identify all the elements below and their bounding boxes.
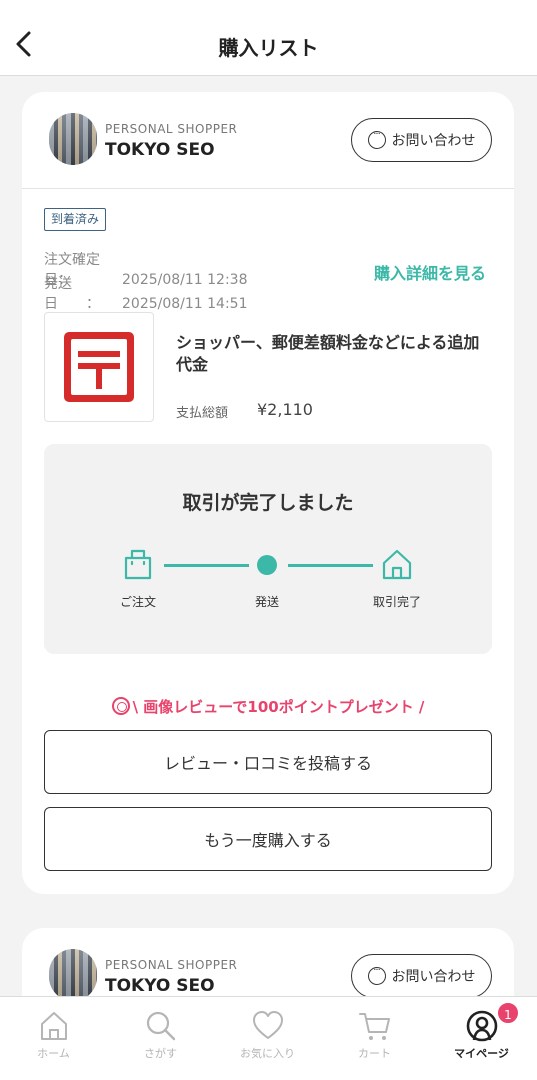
shop-type: PERSONAL SHOPPER <box>105 122 238 136</box>
ship-date-row: 発送日 ： 2025/08/11 14:51 <box>44 273 248 313</box>
shopping-bag-icon <box>124 549 152 580</box>
notification-badge: 1 <box>496 1001 520 1025</box>
order-card: PERSONAL SHOPPER TOKYO SEO お問い合わせ 到着済み 注… <box>22 92 514 894</box>
review-promo-text: \ 画像レビューで100ポイントプレゼント / <box>132 698 425 716</box>
page-title: 購入リスト <box>218 36 319 60</box>
step-label-order: ご注文 <box>119 595 156 609</box>
bottom-tab-bar: ホーム さがす お気に入り カート マイページ <box>0 996 537 1080</box>
tab-mypage-label: マイページ <box>454 1047 509 1060</box>
shop-name[interactable]: TOKYO SEO <box>105 976 215 996</box>
contact-button-label: お問い合わせ <box>391 969 476 985</box>
product-name[interactable]: ショッパー、郵便差額料金などによる追加代金 <box>176 332 486 376</box>
tab-favorites-label: お気に入り <box>240 1047 295 1060</box>
tab-cart-label: カート <box>358 1047 391 1060</box>
postal-mark-icon <box>64 332 134 402</box>
tab-home-label: ホーム <box>37 1047 70 1060</box>
progress-line <box>164 564 249 567</box>
tab-favorites[interactable]: お気に入り <box>214 997 321 1080</box>
tab-cart[interactable]: カート <box>321 997 428 1080</box>
order-progress: 取引が完了しました ご注文 発送 取引完了 <box>44 444 492 654</box>
tab-search-label: さがす <box>144 1047 177 1060</box>
chat-bubble-icon <box>367 965 386 985</box>
shop-avatar[interactable] <box>49 949 97 1001</box>
price-value: ¥2,110 <box>257 400 313 419</box>
points-coin-icon <box>111 697 130 715</box>
progress-line <box>288 564 373 567</box>
contact-button-label: お問い合わせ <box>391 133 476 149</box>
buy-again-button[interactable]: もう一度購入する <box>44 807 492 871</box>
review-promo: \ 画像レビューで100ポイントプレゼント / <box>22 696 514 717</box>
purchase-detail-link[interactable]: 購入詳細を見る <box>374 260 486 284</box>
search-icon <box>146 1011 176 1041</box>
app-header: 購入リスト <box>0 0 537 76</box>
status-badge: 到着済み <box>44 208 107 231</box>
ship-date-label: 発送日 ： <box>44 276 100 312</box>
shop-avatar[interactable] <box>49 113 97 165</box>
contact-button[interactable]: お問い合わせ <box>351 118 492 162</box>
post-review-button[interactable]: レビュー・口コミを投稿する <box>44 730 492 794</box>
step-label-complete: 取引完了 <box>372 595 421 609</box>
home-icon <box>41 1012 67 1040</box>
contact-button[interactable]: お問い合わせ <box>351 954 492 998</box>
progress-dot <box>257 555 277 575</box>
shop-name[interactable]: TOKYO SEO <box>105 140 215 160</box>
house-icon <box>382 549 412 580</box>
product-thumbnail[interactable] <box>44 312 154 422</box>
divider <box>22 188 514 189</box>
tab-search[interactable]: さがす <box>107 997 214 1080</box>
tab-home[interactable]: ホーム <box>0 997 107 1080</box>
chat-bubble-icon <box>367 129 386 149</box>
step-label-shipped: 発送 <box>254 595 279 609</box>
price-label: 支払総額 <box>176 406 229 421</box>
progress-title: 取引が完了しました <box>182 492 354 514</box>
shop-type: PERSONAL SHOPPER <box>105 958 238 972</box>
heart-icon <box>253 1011 283 1039</box>
user-icon <box>466 1010 498 1042</box>
cart-icon <box>359 1013 390 1040</box>
ship-date-value: 2025/08/11 14:51 <box>122 296 248 312</box>
